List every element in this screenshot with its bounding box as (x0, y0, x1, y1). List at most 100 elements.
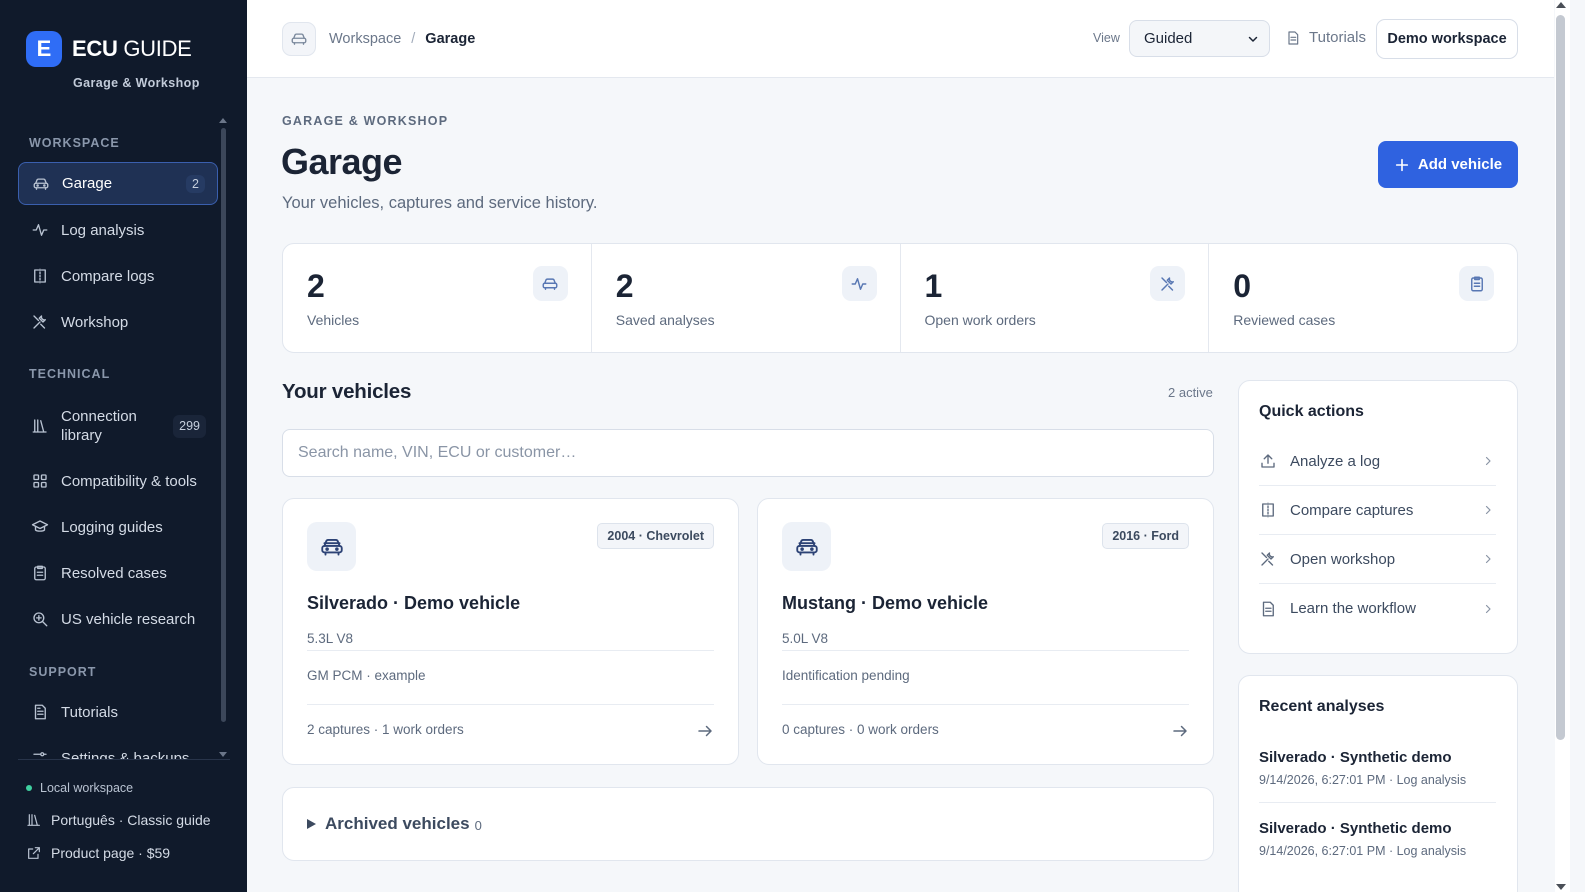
topbar: Workspace / Garage View Guided Tutorials… (247, 0, 1554, 78)
sidebar-item-label: Compare logs (61, 267, 155, 285)
page-subtitle: Your vehicles, captures and service hist… (282, 194, 598, 212)
sidebar-item-label: Garage (62, 175, 113, 192)
view-select[interactable]: Guided (1129, 20, 1270, 57)
tools-icon (1261, 552, 1274, 566)
vehicle-card-mustang[interactable]: 2016 · Ford Mustang · Demo vehicle 5.0L … (757, 498, 1214, 765)
sidebar-scroll-up-icon[interactable] (219, 118, 227, 123)
tutorials-link[interactable]: Tutorials (1285, 29, 1366, 46)
local-workspace-label: Local workspace (40, 781, 134, 795)
sidebar-item-us-vehicle-research[interactable]: US vehicle research (18, 598, 218, 640)
vehicle-year-make-badge: 2016 · Ford (1102, 523, 1189, 549)
library-icon (32, 419, 47, 433)
brand-name-bold: ECU (72, 36, 118, 61)
stat-icon-box (1459, 266, 1494, 301)
brand-name-rest: GUIDE (123, 36, 192, 61)
chevron-down-icon (1248, 36, 1258, 42)
clipboard-icon (34, 565, 46, 581)
page-eyebrow: GARAGE & WORKSHOP (282, 114, 449, 128)
vehicle-search-input[interactable] (282, 429, 1214, 477)
stat-icon-box (532, 266, 568, 301)
graduation-cap-icon (31, 520, 49, 532)
quick-action-learn-workflow[interactable]: Learn the workflow (1259, 584, 1496, 633)
page-title: Garage (281, 141, 403, 182)
add-vehicle-button[interactable]: Add vehicle (1378, 141, 1518, 188)
vehicle-icon-box (782, 522, 831, 571)
product-page-label: Product page · $59 (51, 845, 171, 861)
demo-workspace-button[interactable]: Demo workspace (1376, 19, 1518, 59)
clipboard-icon (1470, 276, 1483, 291)
sidebar-item-compare-logs[interactable]: Compare logs (18, 255, 218, 297)
archived-title: Archived vehicles (325, 814, 470, 833)
stat-label: Saved analyses (615, 312, 715, 328)
recent-analysis-item[interactable]: Silverado · Synthetic demo 9/14/2026, 6:… (1259, 749, 1496, 787)
sidebar-nav: WORKSPACE Garage 2 Log analysis Compare … (0, 118, 247, 760)
upload-icon (1261, 454, 1275, 468)
language-link[interactable]: Português · Classic guide (26, 812, 211, 828)
vehicle-card-silverado[interactable]: 2004 · Chevrolet Silverado · Demo vehicl… (282, 498, 739, 765)
card-divider (782, 650, 1189, 651)
card-divider (307, 704, 714, 705)
chevron-right-icon (1485, 505, 1491, 515)
sidebar-item-garage[interactable]: Garage 2 (18, 162, 218, 205)
breadcrumb-home-button[interactable] (282, 22, 316, 56)
archived-count: 0 (474, 818, 482, 833)
quick-action-compare-captures[interactable]: Compare captures (1259, 486, 1496, 535)
stat-reviewed-cases: 0 Reviewed cases (1209, 244, 1517, 352)
sidebar-scroll-down-icon[interactable] (219, 752, 227, 757)
recent-analysis-title: Silverado · Synthetic demo (1259, 820, 1452, 837)
stat-icon-box (841, 266, 877, 301)
vehicle-engine: 5.0L V8 (782, 631, 829, 646)
sidebar-item-label: Tutorials (61, 703, 118, 721)
vehicle-meta: 0 captures · 0 work orders (782, 722, 939, 737)
brand-logo: E (26, 31, 62, 67)
product-page-link[interactable]: Product page · $59 (26, 845, 170, 861)
quick-action-open-workshop[interactable]: Open workshop (1259, 535, 1496, 584)
sidebar-item-label: Compatibility & tools (61, 472, 197, 490)
sidebar-item-tutorials[interactable]: Tutorials (18, 691, 218, 733)
breadcrumb-separator: / (411, 31, 416, 47)
view-label: View (1093, 31, 1120, 45)
breadcrumb: Workspace / Garage (329, 31, 475, 47)
car-icon (795, 538, 818, 556)
stat-label: Reviewed cases (1233, 312, 1336, 328)
online-dot-icon (26, 785, 32, 791)
brand-name: ECU GUIDE (72, 36, 192, 62)
sidebar-item-label: Connection library (61, 408, 137, 444)
arrow-right-icon[interactable] (1171, 722, 1189, 740)
car-icon (542, 277, 558, 290)
arrow-right-icon[interactable] (696, 722, 714, 740)
sidebar-item-resolved-cases[interactable]: Resolved cases (18, 552, 218, 594)
page-scrollbar-thumb[interactable] (1556, 15, 1565, 740)
quick-action-label: Analyze a log (1290, 452, 1381, 470)
list-divider (1259, 802, 1496, 803)
sidebar-item-settings-backups[interactable]: Settings & backups (18, 737, 218, 760)
stat-label: Vehicles (307, 312, 360, 328)
activity-icon (851, 277, 867, 290)
vehicle-ecu: GM PCM · example (307, 668, 426, 683)
stat-icon-box (1150, 266, 1186, 301)
document-icon (1288, 30, 1299, 45)
sidebar-item-connection-library[interactable]: Connection library 299 (18, 403, 218, 449)
recent-analysis-item[interactable]: Silverado · Synthetic demo 9/14/2026, 6:… (1259, 820, 1496, 858)
breadcrumb-workspace-link[interactable]: Workspace (329, 31, 401, 47)
brand[interactable]: E ECU GUIDE (26, 31, 192, 67)
count-badge: 2 (186, 174, 205, 193)
sidebar-item-workshop[interactable]: Workshop (18, 301, 218, 343)
scroll-down-icon[interactable] (1556, 884, 1566, 890)
sidebar-item-logging-guides[interactable]: Logging guides (18, 506, 218, 548)
tools-icon (33, 315, 46, 329)
vehicle-year-make-badge: 2004 · Chevrolet (597, 523, 714, 549)
sidebar-scrollbar[interactable] (221, 128, 226, 722)
language-label: Português · Classic guide (51, 812, 211, 828)
sidebar-item-compatibility-tools[interactable]: Compatibility & tools (18, 460, 218, 502)
grid-icon (33, 474, 47, 488)
quick-action-label: Compare captures (1290, 501, 1414, 519)
quick-action-analyze-log[interactable]: Analyze a log (1259, 437, 1496, 486)
scroll-up-icon[interactable] (1556, 2, 1566, 8)
sidebar-item-log-analysis[interactable]: Log analysis (18, 209, 218, 251)
nav-section-technical: TECHNICAL (29, 367, 111, 381)
stat-value: 0 (1233, 268, 1252, 304)
quick-action-label: Open workshop (1290, 550, 1396, 568)
archived-vehicles-toggle[interactable]: Archived vehicles 0 (282, 787, 1214, 861)
stats-panel: 2 Vehicles 2 Saved analyses 1 Open work … (282, 243, 1518, 353)
